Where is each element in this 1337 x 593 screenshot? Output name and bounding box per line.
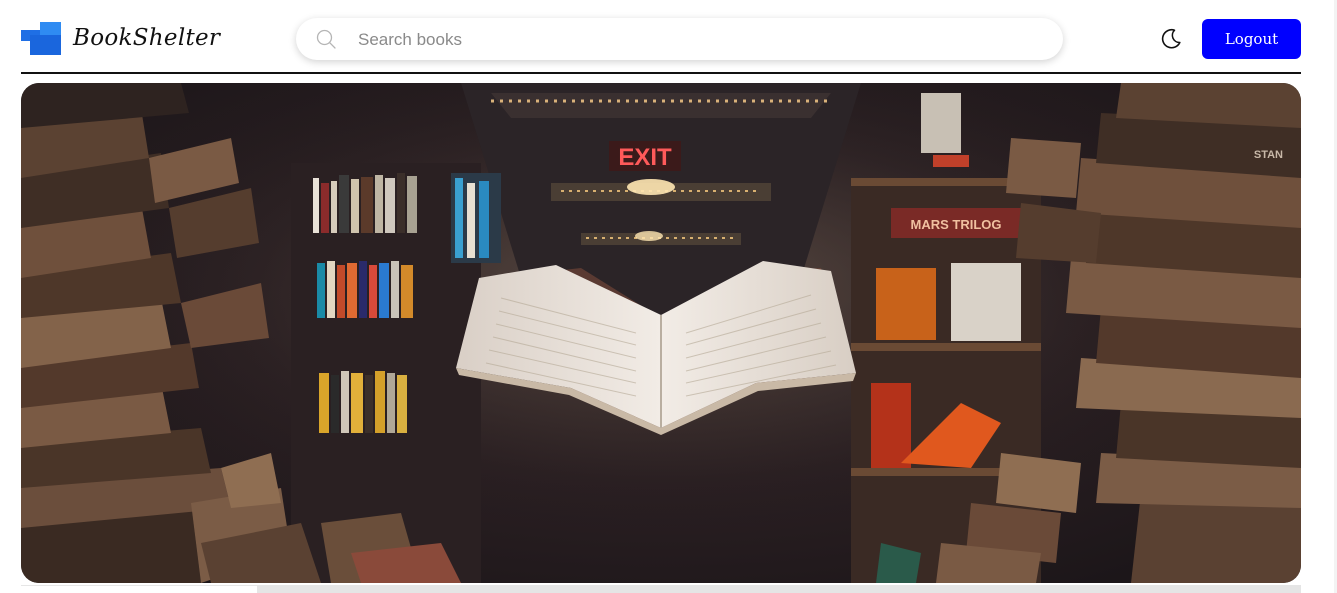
hero-banner: EXIT MARS TRILOG STAN: [21, 83, 1301, 583]
sidebar-top-edge: [21, 585, 257, 593]
moon-icon[interactable]: [1159, 27, 1183, 51]
header-divider: [21, 72, 1301, 74]
logout-button[interactable]: Logout: [1202, 19, 1301, 59]
search-input[interactable]: [356, 24, 1040, 56]
exit-sign: EXIT: [618, 144, 672, 171]
search-bar[interactable]: [296, 18, 1063, 60]
search-icon: [316, 29, 336, 49]
brand-name: BookShelter: [73, 25, 221, 51]
page: BookShelter Logout: [0, 0, 1337, 593]
spine-label: STAN: [1254, 149, 1283, 161]
content-top-edge: [257, 585, 1301, 593]
shelf-label: MARS TRILOG: [911, 217, 1002, 232]
brand-logo[interactable]: BookShelter: [21, 21, 220, 55]
top-navbar: BookShelter Logout: [21, 0, 1301, 74]
logo-icon: [21, 21, 62, 55]
hero-image: EXIT MARS TRILOG STAN: [21, 83, 1301, 583]
